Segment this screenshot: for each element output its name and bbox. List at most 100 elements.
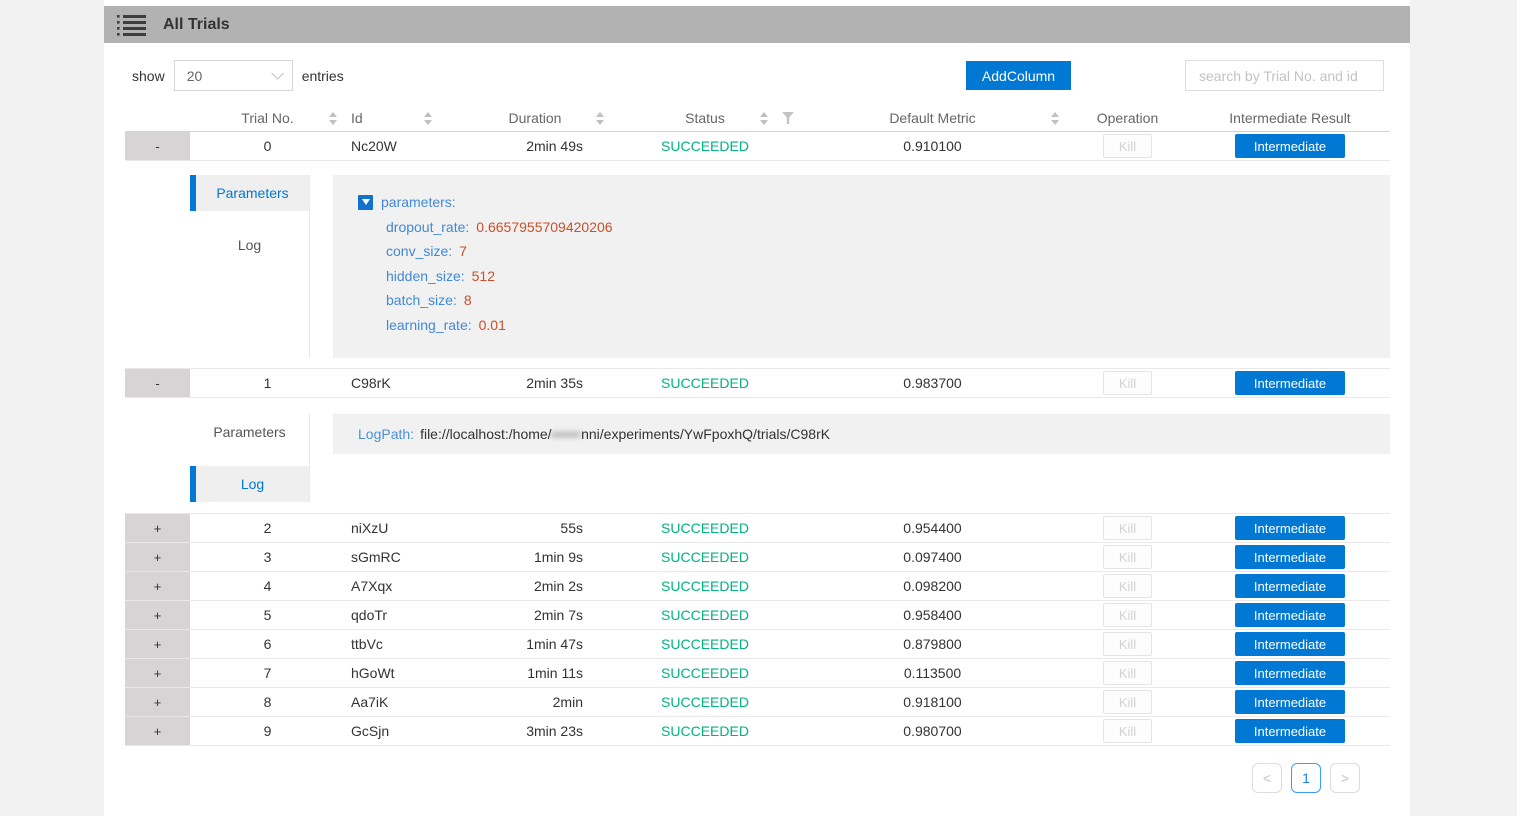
sort-icon-duration[interactable] bbox=[596, 112, 604, 125]
cell-default-metric: 0.954400 bbox=[800, 514, 1065, 542]
tab-parameters[interactable]: Parameters bbox=[190, 175, 309, 211]
cell-default-metric: 0.983700 bbox=[800, 369, 1065, 397]
header-expand bbox=[125, 105, 190, 131]
param-line: dropout_rate: 0.6657955709420206 bbox=[386, 215, 1390, 240]
intermediate-button[interactable]: Intermediate bbox=[1235, 661, 1345, 685]
intermediate-button[interactable]: Intermediate bbox=[1235, 516, 1345, 540]
param-line: hidden_size: 512 bbox=[386, 264, 1390, 289]
search-input[interactable] bbox=[1185, 60, 1384, 91]
pagination: < 1 > bbox=[104, 763, 1360, 793]
tree-collapse-icon[interactable] bbox=[358, 195, 373, 210]
tab-log[interactable]: Log bbox=[190, 466, 309, 502]
kill-button[interactable]: Kill bbox=[1103, 690, 1152, 714]
cell-default-metric: 0.910100 bbox=[800, 132, 1065, 160]
table-row: + 5 qdoTr 2min 7s SUCCEEDED 0.958400 Kil… bbox=[125, 601, 1390, 630]
expand-row-button[interactable]: + bbox=[125, 688, 190, 716]
table-row: + 6 ttbVc 1min 47s SUCCEEDED 0.879800 Ki… bbox=[125, 630, 1390, 659]
kill-button[interactable]: Kill bbox=[1103, 516, 1152, 540]
kill-button[interactable]: Kill bbox=[1103, 371, 1152, 395]
pagination-prev-button[interactable]: < bbox=[1252, 763, 1282, 793]
intermediate-button[interactable]: Intermediate bbox=[1235, 134, 1345, 158]
chevron-down-icon bbox=[271, 67, 284, 80]
kill-button[interactable]: Kill bbox=[1103, 632, 1152, 656]
param-value: 0.6657955709420206 bbox=[476, 219, 612, 235]
cell-duration: 2min 2s bbox=[460, 572, 610, 600]
intermediate-button[interactable]: Intermediate bbox=[1235, 574, 1345, 598]
header-default-metric-label: Default Metric bbox=[889, 110, 975, 126]
trials-table: Trial No. Id Duration Status Default Met… bbox=[125, 105, 1390, 746]
param-value: 512 bbox=[472, 268, 495, 284]
expand-row-button[interactable]: + bbox=[125, 630, 190, 658]
header-duration-label: Duration bbox=[509, 110, 562, 126]
header-operation-label: Operation bbox=[1097, 110, 1158, 126]
header-status-label: Status bbox=[685, 110, 725, 126]
kill-button[interactable]: Kill bbox=[1103, 661, 1152, 685]
cell-id: A7Xqx bbox=[345, 572, 460, 600]
sort-icon-status[interactable] bbox=[760, 112, 768, 125]
collapse-row-button[interactable]: - bbox=[125, 369, 190, 397]
table-header-row: Trial No. Id Duration Status Default Met… bbox=[125, 105, 1390, 132]
expand-row-button[interactable]: + bbox=[125, 659, 190, 687]
page-size-select[interactable]: 20 bbox=[174, 60, 293, 91]
log-panel: LogPath: file://localhost:/home/•••••nni… bbox=[333, 414, 1390, 454]
cell-default-metric: 0.097400 bbox=[800, 543, 1065, 571]
param-line: batch_size: 8 bbox=[386, 288, 1390, 313]
table-row: + 7 hGoWt 1min 11s SUCCEEDED 0.113500 Ki… bbox=[125, 659, 1390, 688]
add-column-button[interactable]: AddColumn bbox=[966, 61, 1071, 90]
header-status: Status bbox=[610, 105, 800, 131]
pagination-next-button[interactable]: > bbox=[1330, 763, 1360, 793]
param-line: conv_size: 7 bbox=[386, 239, 1390, 264]
tree-root-label: parameters: bbox=[381, 194, 456, 210]
tab-log[interactable]: Log bbox=[190, 227, 309, 263]
kill-button[interactable]: Kill bbox=[1103, 574, 1152, 598]
expand-row-button[interactable]: + bbox=[125, 717, 190, 745]
cell-trial-no: 3 bbox=[190, 543, 345, 571]
cell-default-metric: 0.879800 bbox=[800, 630, 1065, 658]
param-key: hidden_size: bbox=[386, 268, 465, 284]
param-key: conv_size: bbox=[386, 243, 452, 259]
cell-status: SUCCEEDED bbox=[610, 630, 800, 658]
page-size-value: 20 bbox=[187, 68, 203, 84]
cell-id: C98rK bbox=[345, 369, 460, 397]
cell-trial-no: 2 bbox=[190, 514, 345, 542]
kill-button[interactable]: Kill bbox=[1103, 545, 1152, 569]
cell-duration: 2min 7s bbox=[460, 601, 610, 629]
expand-row-button[interactable]: + bbox=[125, 572, 190, 600]
cell-status: SUCCEEDED bbox=[610, 659, 800, 687]
cell-status: SUCCEEDED bbox=[610, 688, 800, 716]
cell-id: GcSjn bbox=[345, 717, 460, 745]
intermediate-button[interactable]: Intermediate bbox=[1235, 690, 1345, 714]
sort-icon-trial-no[interactable] bbox=[329, 112, 337, 125]
param-value: 7 bbox=[459, 243, 467, 259]
sort-icon-default-metric[interactable] bbox=[1051, 112, 1059, 125]
pagination-page-1-button[interactable]: 1 bbox=[1291, 763, 1321, 793]
cell-duration: 3min 23s bbox=[460, 717, 610, 745]
kill-button[interactable]: Kill bbox=[1103, 134, 1152, 158]
header-operation: Operation bbox=[1065, 105, 1190, 131]
table-row: + 9 GcSjn 3min 23s SUCCEEDED 0.980700 Ki… bbox=[125, 717, 1390, 746]
intermediate-button[interactable]: Intermediate bbox=[1235, 603, 1345, 627]
expand-row-button[interactable]: + bbox=[125, 601, 190, 629]
cell-duration: 1min 47s bbox=[460, 630, 610, 658]
cell-default-metric: 0.958400 bbox=[800, 601, 1065, 629]
kill-button[interactable]: Kill bbox=[1103, 719, 1152, 743]
tab-parameters[interactable]: Parameters bbox=[190, 414, 309, 450]
intermediate-button[interactable]: Intermediate bbox=[1235, 632, 1345, 656]
cell-trial-no: 6 bbox=[190, 630, 345, 658]
entries-label: entries bbox=[302, 68, 344, 84]
table-row: - 0 Nc20W 2min 49s SUCCEEDED 0.910100 Ki… bbox=[125, 132, 1390, 161]
intermediate-button[interactable]: Intermediate bbox=[1235, 719, 1345, 743]
header-intermediate-result: Intermediate Result bbox=[1190, 105, 1390, 131]
intermediate-button[interactable]: Intermediate bbox=[1235, 545, 1345, 569]
sort-icon-id[interactable] bbox=[424, 112, 432, 125]
expand-row-button[interactable]: + bbox=[125, 543, 190, 571]
collapse-row-button[interactable]: - bbox=[125, 132, 190, 160]
intermediate-button[interactable]: Intermediate bbox=[1235, 371, 1345, 395]
table-row: + 4 A7Xqx 2min 2s SUCCEEDED 0.098200 Kil… bbox=[125, 572, 1390, 601]
table-row: + 2 niXzU 55s SUCCEEDED 0.954400 Kill In… bbox=[125, 514, 1390, 543]
expand-row-button[interactable]: + bbox=[125, 514, 190, 542]
cell-duration: 1min 11s bbox=[460, 659, 610, 687]
filter-icon-status[interactable] bbox=[782, 112, 794, 124]
kill-button[interactable]: Kill bbox=[1103, 603, 1152, 627]
cell-trial-no: 5 bbox=[190, 601, 345, 629]
